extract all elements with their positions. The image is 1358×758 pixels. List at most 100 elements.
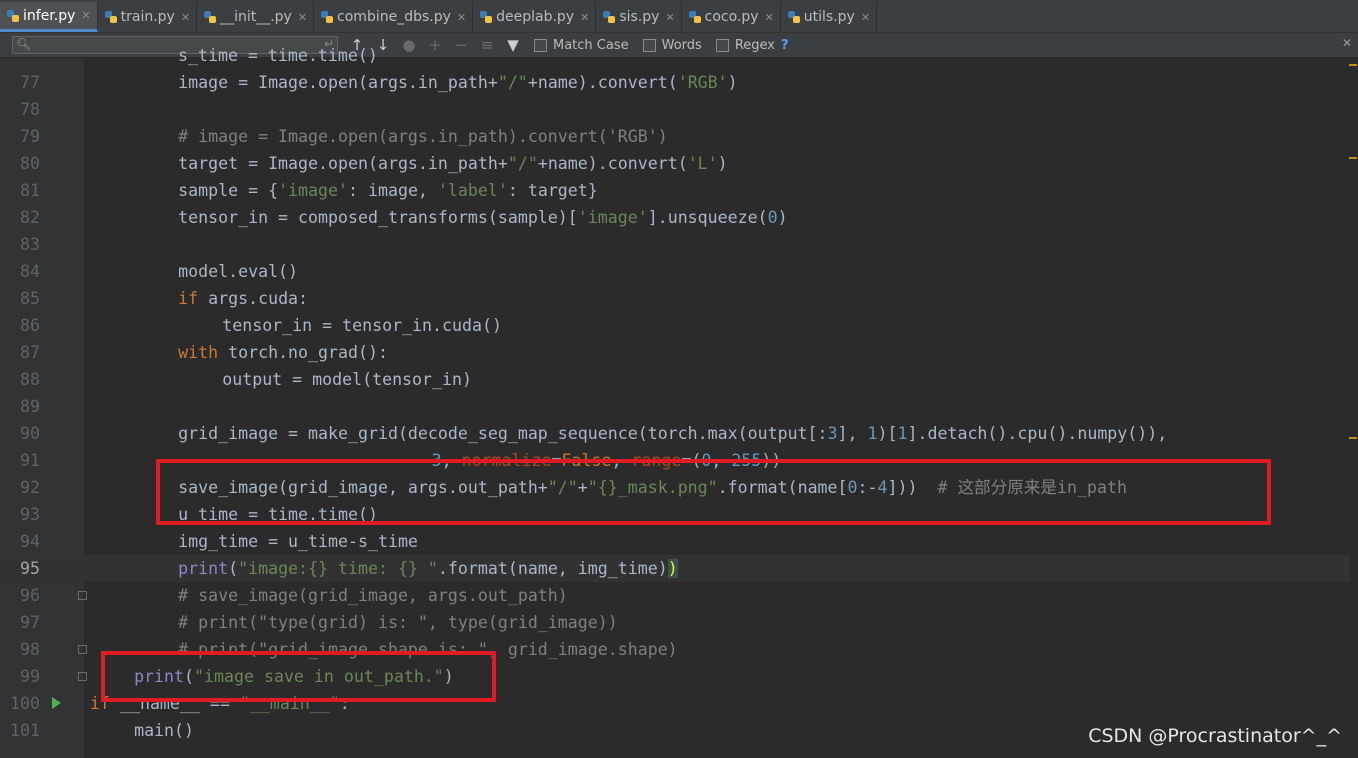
scrollbar-marker (1349, 437, 1357, 439)
line-number: 101 (10, 721, 40, 740)
line-number: 85 (20, 289, 40, 308)
code-text: # save_image(grid_image, args.out_path) (178, 586, 568, 605)
run-icon[interactable] (52, 697, 61, 709)
tab-label: combine_dbs.py (337, 9, 451, 25)
code-text: img_time = u_time-s_time (178, 532, 418, 551)
line-number: 93 (20, 505, 40, 524)
close-tab-icon[interactable]: ✕ (81, 9, 90, 22)
line-number: 92 (20, 478, 40, 497)
line-number: 88 (20, 370, 40, 389)
python-file-icon (787, 10, 801, 24)
tab-label: deeplab.py (496, 9, 575, 25)
python-file-icon (688, 10, 702, 24)
close-tab-icon[interactable]: ✕ (765, 11, 774, 24)
line-number: 87 (20, 343, 40, 362)
code-line-78[interactable]: 78 (0, 96, 1350, 123)
code-text: output = model(tensor_in) (222, 370, 472, 389)
code-line-79[interactable]: 79 # image = Image.open(args.in_path).con… (0, 123, 1350, 150)
code-line-84[interactable]: 84 model.eval() (0, 258, 1350, 285)
tab-label: utils.py (803, 9, 855, 25)
fold-marker-icon[interactable] (78, 591, 87, 600)
tab-label: infer.py (23, 7, 76, 24)
tab-sis-py[interactable]: sis.py ✕ (596, 2, 682, 32)
line-number: 95 (20, 559, 40, 578)
line-number: 77 (20, 73, 40, 92)
code-text: if args.cuda: (178, 289, 309, 308)
python-file-icon (104, 10, 118, 24)
line-number: 94 (20, 532, 40, 551)
code-line-80[interactable]: 80 target = Image.open(args.in_path+"/"+n… (0, 150, 1350, 177)
code-text: print("image:{} time: {} ".format(name, … (178, 559, 678, 578)
line-number: 99 (20, 667, 40, 686)
fold-marker-icon[interactable] (78, 645, 87, 654)
code-line-97[interactable]: 97 # print("type(grid) is: ", type(grid_i… (0, 609, 1350, 636)
close-tab-icon[interactable]: ✕ (861, 11, 870, 24)
line-number: 78 (20, 100, 40, 119)
close-tab-icon[interactable]: ✕ (181, 11, 190, 24)
code-text: tensor_in = composed_transforms(sample)[… (178, 208, 788, 227)
code-text: with torch.no_grad(): (178, 343, 388, 362)
code-text: model.eval() (178, 262, 299, 281)
code-line-86[interactable]: 86 tensor_in = tensor_in.cuda() (0, 312, 1350, 339)
tab-label: sis.py (619, 9, 660, 25)
tab-train-py[interactable]: train.py ✕ (98, 2, 198, 32)
python-file-icon (479, 10, 493, 24)
line-number: 98 (20, 640, 40, 659)
tab-init-py[interactable]: __init__.py ✕ (197, 2, 315, 32)
line-number: 96 (20, 586, 40, 605)
fold-marker-icon[interactable] (78, 672, 87, 681)
vertical-scrollbar[interactable] (1350, 58, 1358, 758)
python-file-icon (203, 10, 217, 24)
code-line-88[interactable]: 88 output = model(tensor_in) (0, 366, 1350, 393)
code-text: image = Image.open(args.in_path+"/"+name… (178, 73, 738, 92)
tab-label: coco.py (704, 9, 759, 25)
code-line-87[interactable]: 87 with torch.no_grad(): (0, 339, 1350, 366)
highlight-box-save-image (156, 459, 1271, 525)
line-number: 82 (20, 208, 40, 227)
code-text: # print("type(grid) is: ", type(grid_ima… (178, 613, 618, 632)
code-text: main() (134, 721, 195, 740)
code-line-96[interactable]: 96 # save_image(grid_image, args.out_path… (0, 582, 1350, 609)
code-text: target = Image.open(args.in_path+"/"+nam… (178, 154, 728, 173)
line-number: 97 (20, 613, 40, 632)
code-line-94[interactable]: 94 img_time = u_time-s_time (0, 528, 1350, 555)
line-number: 79 (20, 127, 40, 146)
close-tab-icon[interactable]: ✕ (580, 11, 589, 24)
tab-deeplab-py[interactable]: deeplab.py ✕ (473, 2, 597, 32)
line-number: 80 (20, 154, 40, 173)
tab-label: __init__.py (220, 9, 292, 25)
code-line-90[interactable]: 90 grid_image = make_grid(decode_seg_map_… (0, 420, 1350, 447)
python-file-icon (320, 10, 334, 24)
code-line-partial: s_time = time.time() (0, 42, 1350, 69)
tab-label: train.py (120, 9, 175, 25)
code-line-85[interactable]: 85 if args.cuda: (0, 285, 1350, 312)
line-number: 86 (20, 316, 40, 335)
line-number: 90 (20, 424, 40, 443)
line-number: 81 (20, 181, 40, 200)
scrollbar-marker (1349, 157, 1357, 159)
close-tab-icon[interactable]: ✕ (298, 11, 307, 24)
tab-infer-py[interactable]: infer.py ✕ (0, 2, 98, 32)
code-text: tensor_in = tensor_in.cuda() (222, 316, 502, 335)
tab-coco-py[interactable]: coco.py ✕ (682, 2, 781, 32)
code-line-82[interactable]: 82 tensor_in = composed_transforms(sample… (0, 204, 1350, 231)
code-line-77[interactable]: 77 image = Image.open(args.in_path+"/"+na… (0, 69, 1350, 96)
code-line-89[interactable]: 89 (0, 393, 1350, 420)
code-line-81[interactable]: 81 sample = {'image': image, 'label': tar… (0, 177, 1350, 204)
scrollbar-marker (1349, 64, 1357, 66)
tab-combine-dbs-py[interactable]: combine_dbs.py ✕ (314, 2, 474, 32)
highlight-box-print (101, 651, 496, 702)
close-tab-icon[interactable]: ✕ (665, 11, 674, 24)
tab-utils-py[interactable]: utils.py ✕ (781, 2, 878, 32)
code-text: grid_image = make_grid(decode_seg_map_se… (178, 424, 1168, 443)
code-line-95[interactable]: 95 print("image:{} time: {} ".format(name… (0, 555, 1350, 582)
python-file-icon (602, 10, 616, 24)
code-line-83[interactable]: 83 (0, 231, 1350, 258)
python-file-icon (6, 9, 20, 23)
close-tab-icon[interactable]: ✕ (457, 11, 466, 24)
code-text: # image = Image.open(args.in_path).conve… (178, 127, 668, 146)
line-number: 84 (20, 262, 40, 281)
code-text: s_time = time.time() (178, 46, 378, 65)
line-number: 91 (20, 451, 40, 470)
watermark: CSDN @Procrastinator^_^ (1088, 725, 1342, 747)
